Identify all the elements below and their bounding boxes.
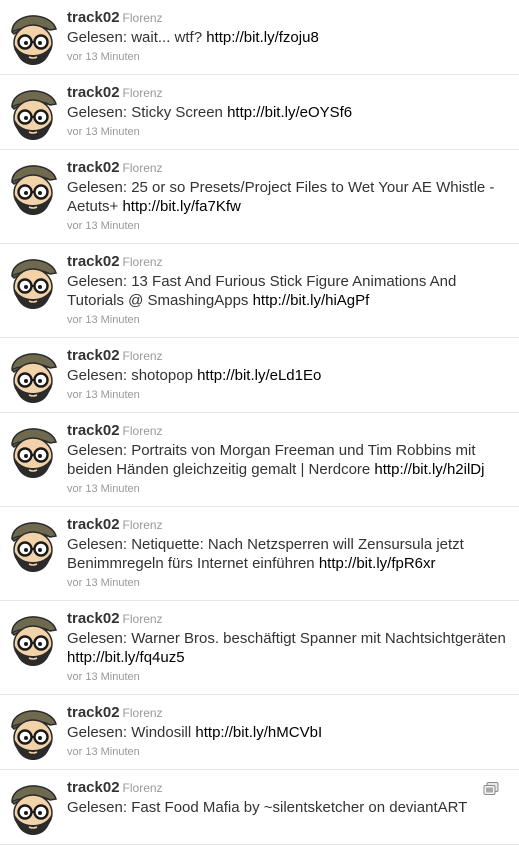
tweet-timeline: track02 Florenz Gelesen: wait... wtf? http… xyxy=(0,0,519,845)
username-link[interactable]: track02 xyxy=(67,347,120,364)
tweet-link[interactable]: http://bit.ly/eLd1Eo xyxy=(197,367,321,384)
username-link[interactable]: track02 xyxy=(67,159,120,176)
tweet-body: Gelesen: Windosill xyxy=(67,724,196,741)
tweet-link[interactable]: http://bit.ly/fq4uz5 xyxy=(67,649,185,666)
avatar[interactable] xyxy=(6,87,58,141)
tweet-link[interactable]: http://bit.ly/fa7Kfw xyxy=(122,198,240,215)
tweet-header: track02 Florenz xyxy=(67,515,509,535)
tweet-text: Gelesen: Portraits von Morgan Freeman un… xyxy=(67,441,509,479)
tweet-link[interactable]: http://bit.ly/fpR6xr xyxy=(319,555,436,572)
timestamp-link[interactable]: vor 13 Minuten xyxy=(67,576,509,590)
username-link[interactable]: track02 xyxy=(67,779,120,796)
tweet-text: Gelesen: Windosill http://bit.ly/hMCVbI xyxy=(67,723,509,742)
tweet-text: Gelesen: Warner Bros. beschäftigt Spanne… xyxy=(67,629,509,667)
full-name: Florenz xyxy=(122,612,163,626)
tweet-item[interactable]: track02 Florenz Gelesen: Portraits von Mor… xyxy=(0,413,519,507)
avatar[interactable] xyxy=(6,162,58,216)
avatar[interactable] xyxy=(6,350,58,404)
tweet-item[interactable]: track02 Florenz Gelesen: Sticky Screen htt… xyxy=(0,75,519,150)
full-name: Florenz xyxy=(122,11,163,25)
full-name: Florenz xyxy=(122,349,163,363)
full-name: Florenz xyxy=(122,706,163,720)
tweet-item[interactable]: track02 Florenz Gelesen: 25 or so Presets/… xyxy=(0,150,519,244)
timestamp-link[interactable]: vor 13 Minuten xyxy=(67,745,509,759)
tweet-item[interactable]: track02 Florenz Gelesen: Netiquette: Nach … xyxy=(0,507,519,601)
tweet-header: track02 Florenz xyxy=(67,158,509,178)
tweet-text: Gelesen: Sticky Screen http://bit.ly/eOY… xyxy=(67,103,509,122)
avatar[interactable] xyxy=(6,707,58,761)
tweet-link[interactable]: http://bit.ly/h2ilDj xyxy=(374,461,484,478)
tweet-text: Gelesen: 13 Fast And Furious Stick Figur… xyxy=(67,272,509,310)
tweet-item[interactable]: track02 Florenz Gelesen: Warner Bros. besc… xyxy=(0,601,519,695)
avatar[interactable] xyxy=(6,12,58,66)
timestamp-link[interactable]: vor 13 Minuten xyxy=(67,125,509,139)
avatar[interactable] xyxy=(6,256,58,310)
tweet-body: Gelesen: Fast Food Mafia by ~silentsketc… xyxy=(67,799,468,816)
username-link[interactable]: track02 xyxy=(67,422,120,439)
full-name: Florenz xyxy=(122,781,163,795)
tweet-text: Gelesen: wait... wtf? http://bit.ly/fzoj… xyxy=(67,28,509,47)
username-link[interactable]: track02 xyxy=(67,610,120,627)
tweet-header: track02 Florenz xyxy=(67,421,509,441)
tweet-header: track02 Florenz xyxy=(67,83,509,103)
tweet-header: track02 Florenz xyxy=(67,703,509,723)
full-name: Florenz xyxy=(122,86,163,100)
tweet-header: track02 Florenz xyxy=(67,8,509,28)
tweet-link[interactable]: http://bit.ly/fzoju8 xyxy=(206,29,319,46)
timestamp-link[interactable]: vor 13 Minuten xyxy=(67,50,509,64)
tweet-item[interactable]: track02 Florenz Gelesen: Windosill http://… xyxy=(0,695,519,770)
avatar[interactable] xyxy=(6,613,58,667)
username-link[interactable]: track02 xyxy=(67,84,120,101)
username-link[interactable]: track02 xyxy=(67,9,120,26)
username-link[interactable]: track02 xyxy=(67,516,120,533)
avatar[interactable] xyxy=(6,782,58,836)
tweet-header: track02 Florenz xyxy=(67,609,509,629)
tweet-header: track02 Florenz xyxy=(67,778,509,798)
avatar[interactable] xyxy=(6,519,58,573)
tweet-link[interactable]: http://bit.ly/hiAgPf xyxy=(253,292,370,309)
tweet-item[interactable]: track02 Florenz Gelesen: Fast Food Mafia b… xyxy=(0,770,519,845)
tweet-header: track02 Florenz xyxy=(67,252,509,272)
tweet-text: Gelesen: Netiquette: Nach Netzsperren wi… xyxy=(67,535,509,573)
username-link[interactable]: track02 xyxy=(67,253,120,270)
media-expand-icon[interactable] xyxy=(483,782,499,796)
tweet-item[interactable]: track02 Florenz Gelesen: 13 Fast And Furio… xyxy=(0,244,519,338)
tweet-link[interactable]: http://bit.ly/hMCVbI xyxy=(195,724,322,741)
full-name: Florenz xyxy=(122,518,163,532)
timestamp-link[interactable]: vor 13 Minuten xyxy=(67,313,509,327)
tweet-link[interactable]: http://bit.ly/eOYSf6 xyxy=(227,104,352,121)
tweet-text: Gelesen: shotopop http://bit.ly/eLd1Eo xyxy=(67,366,509,385)
tweet-body: Gelesen: shotopop xyxy=(67,367,198,384)
timestamp-link[interactable]: vor 13 Minuten xyxy=(67,670,509,684)
tweet-body: Gelesen: Sticky Screen xyxy=(67,104,228,121)
tweet-item[interactable]: track02 Florenz Gelesen: shotopop http://b… xyxy=(0,338,519,413)
full-name: Florenz xyxy=(122,424,163,438)
tweet-body: Gelesen: Warner Bros. beschäftigt Spanne… xyxy=(67,630,506,647)
tweet-text: Gelesen: Fast Food Mafia by ~silentsketc… xyxy=(67,798,509,817)
username-link[interactable]: track02 xyxy=(67,704,120,721)
timestamp-link[interactable]: vor 13 Minuten xyxy=(67,219,509,233)
tweet-body: Gelesen: wait... wtf? xyxy=(67,29,207,46)
timestamp-link[interactable]: vor 13 Minuten xyxy=(67,388,509,402)
tweet-text: Gelesen: 25 or so Presets/Project Files … xyxy=(67,178,509,216)
avatar[interactable] xyxy=(6,425,58,479)
tweet-header: track02 Florenz xyxy=(67,346,509,366)
tweet-item[interactable]: track02 Florenz Gelesen: wait... wtf? http… xyxy=(0,0,519,75)
full-name: Florenz xyxy=(122,161,163,175)
timestamp-link[interactable]: vor 13 Minuten xyxy=(67,482,509,496)
full-name: Florenz xyxy=(122,255,163,269)
